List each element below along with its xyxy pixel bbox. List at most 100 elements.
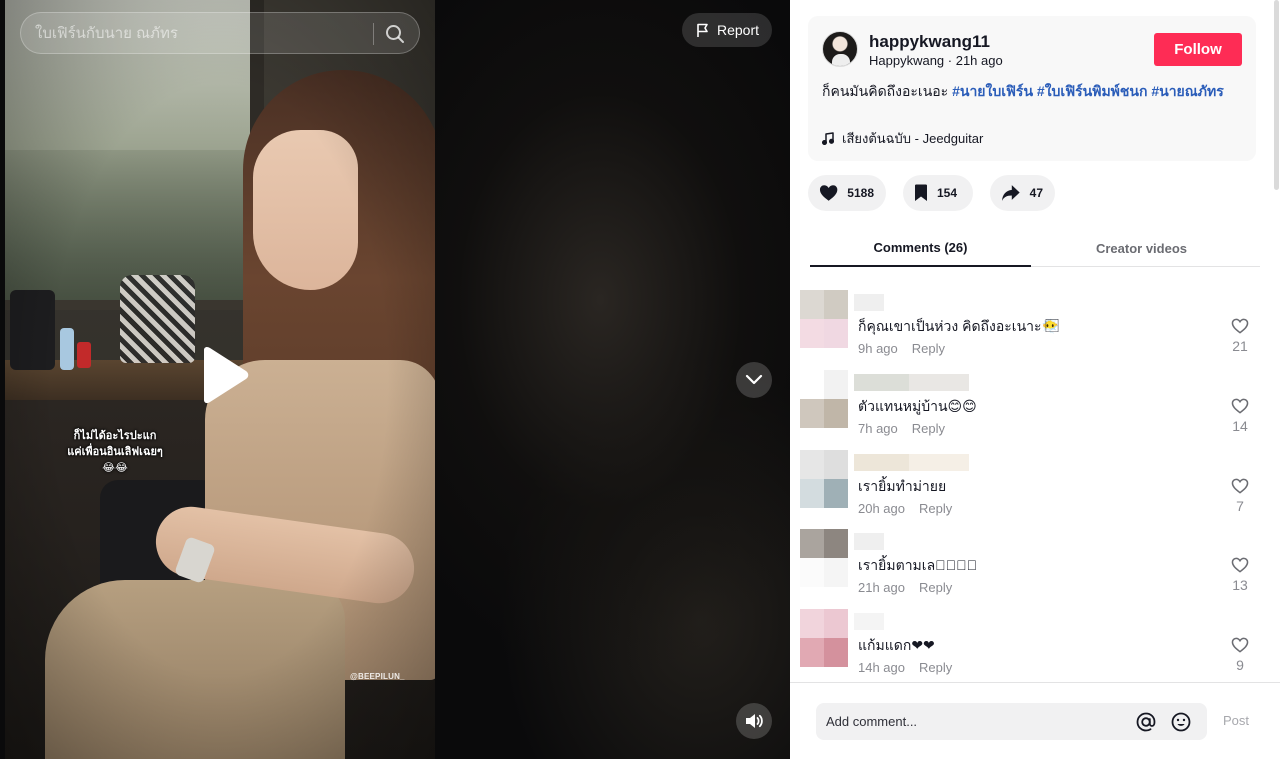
caption-text: ก็คนมันคิดถึงอะเนอะ bbox=[822, 83, 953, 99]
next-video-button[interactable] bbox=[736, 362, 772, 398]
overlay-line-1: ก็ไม่ได้อะไรปะแก bbox=[73, 430, 157, 442]
heart-icon bbox=[819, 185, 838, 201]
page-scrollbar[interactable] bbox=[1274, 0, 1280, 759]
commenter-avatar[interactable] bbox=[800, 290, 848, 348]
comment-like-count: 9 bbox=[1236, 657, 1244, 673]
music-link[interactable]: เสียงต้นฉบับ - Jeedguitar bbox=[822, 128, 983, 149]
avatar-pixel bbox=[824, 558, 848, 587]
like-count: 5188 bbox=[847, 186, 874, 200]
comment-like-button[interactable]: 13 bbox=[1228, 557, 1252, 593]
comment-bar: Post bbox=[790, 682, 1280, 759]
commenter-avatar[interactable] bbox=[800, 609, 848, 667]
flag-icon bbox=[697, 23, 708, 37]
reply-button[interactable]: Reply bbox=[919, 501, 952, 516]
comment-like-count: 13 bbox=[1232, 577, 1248, 593]
search-bar[interactable] bbox=[20, 12, 420, 54]
comment-list[interactable]: ก็คุณเขาเป็นห่วง คิดถึงอะเนาะ😶‍🌫️⃞ 9h ago… bbox=[790, 268, 1260, 682]
report-button[interactable]: Report bbox=[682, 13, 772, 47]
commenter-name-blurred[interactable] bbox=[854, 374, 969, 391]
comment-like-button[interactable]: 7 bbox=[1228, 478, 1252, 514]
hashtag-link[interactable]: #นายณภัทร bbox=[1151, 83, 1223, 99]
avatar-pixel bbox=[824, 638, 848, 667]
avatar-pixel bbox=[824, 450, 848, 479]
video-player[interactable]: ก็ไม่ได้อะไรปะแก แค่เพื่อนอินเลิฟเฉยๆ 😂😂… bbox=[0, 0, 790, 759]
avatar-pixel bbox=[824, 529, 848, 558]
commenter-avatar[interactable] bbox=[800, 450, 848, 508]
commenter-name-blurred[interactable] bbox=[854, 294, 884, 311]
like-button[interactable]: 5188 bbox=[808, 175, 886, 211]
search-input[interactable] bbox=[35, 13, 375, 53]
emoji-icon[interactable] bbox=[1169, 710, 1193, 734]
share-button[interactable]: 47 bbox=[990, 175, 1055, 211]
name-block bbox=[909, 374, 969, 391]
comment-text: แก้มแดก❤❤ bbox=[858, 637, 935, 653]
name-block bbox=[854, 454, 909, 471]
avatar-pixel bbox=[824, 479, 848, 508]
name-block bbox=[854, 294, 884, 311]
avatar-pixel bbox=[800, 450, 824, 479]
comment-meta: 21h ago Reply bbox=[858, 580, 952, 595]
comment-like-count: 14 bbox=[1232, 418, 1248, 434]
avatar-pixel bbox=[824, 370, 848, 399]
reply-button[interactable]: Reply bbox=[919, 580, 952, 595]
video-caption: ก็คนมันคิดถึงอะเนอะ #นายใบเฟิร์น #ใบเฟิร… bbox=[822, 82, 1242, 101]
comment-input-box[interactable] bbox=[816, 703, 1207, 740]
hashtag-link[interactable]: #นายใบเฟิร์น bbox=[952, 83, 1033, 99]
author-avatar[interactable] bbox=[822, 31, 858, 67]
avatar-pixel bbox=[800, 558, 824, 587]
comment-text: ก็คุณเขาเป็นห่วง คิดถึงอะเนาะ😶‍🌫️⃞ bbox=[858, 318, 1059, 334]
subline-separator: · bbox=[944, 53, 956, 68]
search-icon[interactable] bbox=[383, 22, 407, 46]
reply-button[interactable]: Reply bbox=[912, 421, 945, 436]
tab-creator-videos[interactable]: Creator videos bbox=[1031, 230, 1252, 267]
commenter-avatar[interactable] bbox=[800, 370, 848, 428]
avatar-pixel bbox=[800, 370, 824, 399]
comment-like-button[interactable]: 21 bbox=[1228, 318, 1252, 354]
name-block bbox=[909, 454, 969, 471]
comment-meta: 7h ago Reply bbox=[858, 421, 945, 436]
comment-time: 7h ago bbox=[858, 421, 898, 436]
avatar-pixel bbox=[824, 609, 848, 638]
avatar-pixel bbox=[800, 290, 824, 319]
commenter-name-blurred[interactable] bbox=[854, 454, 969, 471]
reply-button[interactable]: Reply bbox=[912, 341, 945, 356]
comment-like-button[interactable]: 9 bbox=[1228, 637, 1252, 673]
author-nickname: Happykwang bbox=[869, 53, 945, 68]
commenter-name-blurred[interactable] bbox=[854, 533, 884, 550]
volume-button[interactable] bbox=[736, 703, 772, 739]
comment-time: 21h ago bbox=[858, 580, 905, 595]
name-block bbox=[854, 374, 909, 391]
follow-button[interactable]: Follow bbox=[1154, 33, 1242, 66]
side-panel: happykwang11 Happykwang · 21h ago Follow… bbox=[790, 0, 1280, 759]
avatar-pixel bbox=[800, 529, 824, 558]
tab-comments[interactable]: Comments (26) bbox=[810, 230, 1031, 267]
comment-like-button[interactable]: 14 bbox=[1228, 398, 1252, 434]
comment-time: 9h ago bbox=[858, 341, 898, 356]
commenter-name-blurred[interactable] bbox=[854, 613, 884, 630]
report-label: Report bbox=[717, 22, 760, 38]
comment-item: เรายิ้มทำม่ายย 20h ago Reply 7 bbox=[790, 436, 1260, 516]
save-count: 154 bbox=[937, 186, 958, 200]
chevron-down-icon bbox=[745, 374, 763, 385]
scrollbar-thumb[interactable] bbox=[1274, 0, 1279, 190]
reply-button[interactable]: Reply bbox=[919, 660, 952, 675]
author-username[interactable]: happykwang11 bbox=[869, 32, 990, 52]
comment-time: 20h ago bbox=[858, 501, 905, 516]
post-time: 21h ago bbox=[955, 53, 1003, 68]
avatar-pixel bbox=[800, 638, 824, 667]
avatar-pixel bbox=[824, 319, 848, 348]
name-block bbox=[854, 533, 884, 550]
mention-icon[interactable] bbox=[1134, 710, 1158, 734]
music-title: เสียงต้นฉบับ - Jeedguitar bbox=[842, 131, 984, 146]
comment-input[interactable] bbox=[826, 703, 1126, 740]
comment-item: เรายิ้มตามเลย⃞⃞⃞ 21h ago Reply 13 bbox=[790, 515, 1260, 595]
commenter-avatar[interactable] bbox=[800, 529, 848, 587]
video-overlay-caption: ก็ไม่ได้อะไรปะแก แค่เพื่อนอินเลิฟเฉยๆ 😂😂 bbox=[45, 428, 185, 476]
author-avatar-figure bbox=[832, 54, 850, 66]
save-button[interactable]: 154 bbox=[903, 175, 973, 211]
hashtag-link[interactable]: #ใบเฟิร์นพิมพ์ชนก bbox=[1037, 83, 1148, 99]
post-button[interactable]: Post bbox=[1223, 713, 1249, 728]
comment-meta: 9h ago Reply bbox=[858, 341, 945, 356]
video-watermark: @BEEPILUN_ bbox=[350, 672, 405, 681]
play-icon[interactable] bbox=[198, 346, 250, 404]
